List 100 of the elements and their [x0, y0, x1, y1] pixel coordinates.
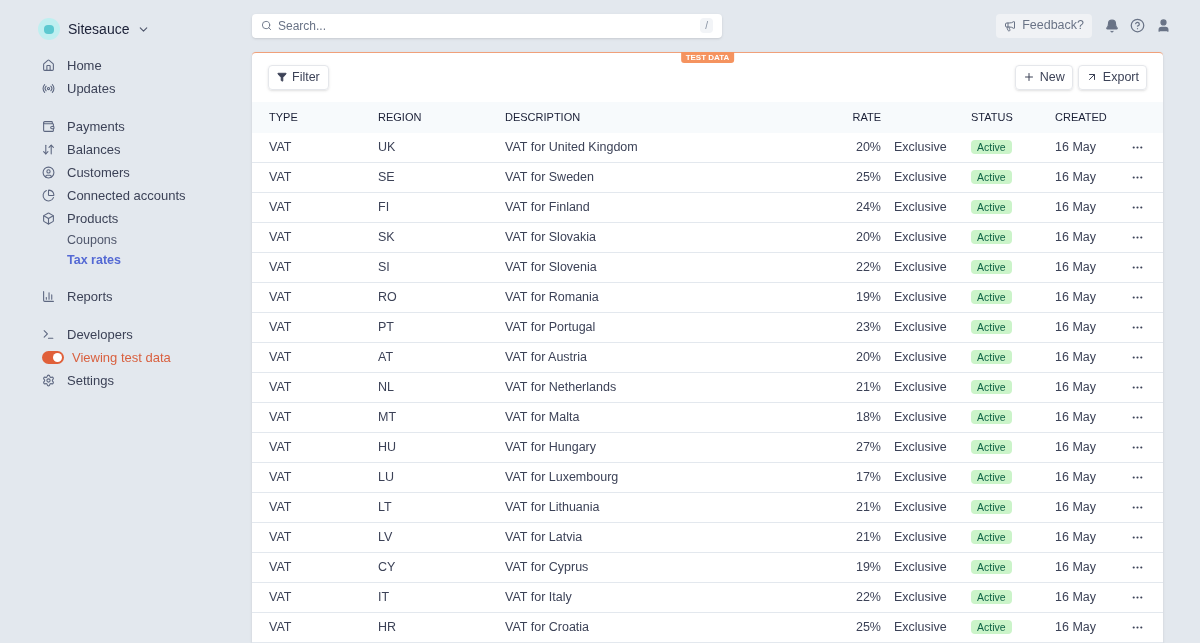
table-cell: Exclusive — [894, 560, 947, 575]
table-cell: VAT for Austria — [505, 350, 587, 365]
pie-chart-icon — [42, 189, 55, 202]
status-badge: Active — [971, 290, 1012, 305]
sidebar-item[interactable]: Developers — [67, 324, 133, 345]
export-button[interactable]: Export — [1077, 64, 1147, 90]
user-circle-icon — [42, 166, 55, 179]
status-badge: Active — [971, 320, 1012, 335]
table-cell: 16 May — [1055, 620, 1096, 635]
help-icon[interactable] — [1130, 18, 1145, 34]
settings-icon — [42, 374, 55, 387]
table-cell: Exclusive — [894, 139, 947, 154]
table-cell: 27% — [855, 440, 881, 455]
table-cell: 16 May — [1055, 320, 1096, 335]
feedback-button[interactable]: Feedback? — [996, 13, 1092, 38]
search-field[interactable]: Search... — [278, 16, 695, 35]
table-cell: VAT — [269, 350, 292, 365]
new-button[interactable]: New — [1014, 64, 1073, 90]
sidebar-item[interactable]: Customers — [67, 162, 130, 183]
table-cell: Exclusive — [894, 590, 947, 605]
table-cell: 20% — [855, 230, 881, 245]
table-cell: VAT — [269, 620, 292, 635]
table-cell: Exclusive — [894, 200, 947, 215]
column-header: REGION — [378, 101, 505, 133]
table-cell: RO — [378, 290, 397, 305]
table-cell: Exclusive — [894, 500, 947, 515]
bar-chart-icon — [42, 290, 55, 303]
table-cell: LT — [378, 500, 392, 515]
sidebar-item[interactable]: Coupons — [67, 230, 118, 250]
sidebar-item[interactable]: Settings — [67, 370, 114, 391]
table-cell: 16 May — [1055, 260, 1096, 275]
status-badge: Active — [971, 350, 1012, 365]
table-cell: 16 May — [1055, 350, 1096, 365]
table-cell: 16 May — [1055, 139, 1096, 154]
table-cell: 16 May — [1055, 380, 1096, 395]
table-cell: VAT for Hungary — [505, 440, 596, 455]
table-cell: 16 May — [1055, 410, 1096, 425]
table-cell: Exclusive — [894, 290, 947, 305]
status-badge: Active — [971, 500, 1012, 515]
table-cell: VAT for Italy — [505, 590, 572, 605]
filter-button[interactable]: Filter — [268, 64, 329, 90]
account-icon[interactable] — [1156, 18, 1171, 34]
status-badge: Active — [971, 620, 1012, 635]
column-header: CREATED — [1055, 101, 1121, 133]
sidebar-item[interactable]: Payments — [67, 116, 125, 137]
brand-name[interactable]: Sitesauce — [68, 18, 130, 40]
table-cell: VAT for Cyprus — [505, 560, 589, 575]
table-cell: 19% — [855, 560, 881, 575]
table-cell: 24% — [855, 200, 881, 215]
table-cell: Exclusive — [894, 320, 947, 335]
table-cell: 20% — [855, 139, 881, 154]
status-badge: Active — [971, 440, 1012, 455]
table-cell: VAT — [269, 200, 292, 215]
table-cell: 16 May — [1055, 290, 1096, 305]
table-cell: SK — [378, 230, 395, 245]
table-cell: 25% — [855, 170, 881, 185]
table-cell: VAT — [269, 530, 292, 545]
table-cell: MT — [378, 410, 397, 425]
table-cell: VAT — [269, 410, 292, 425]
sidebar-item[interactable]: Updates — [67, 78, 116, 99]
table-cell: 16 May — [1055, 590, 1096, 605]
sidebar-item[interactable]: Balances — [67, 139, 121, 160]
table-cell: VAT — [269, 380, 292, 395]
table-cell: 16 May — [1055, 200, 1096, 215]
status-badge: Active — [971, 230, 1012, 245]
table-cell: VAT for Croatia — [505, 620, 590, 635]
table-cell: VAT — [269, 500, 292, 515]
table-cell: VAT — [269, 440, 292, 455]
table-cell: VAT — [269, 320, 292, 335]
table-cell: VAT for Romania — [505, 290, 599, 305]
table-cell: 21% — [855, 530, 881, 545]
table-cell: FI — [378, 200, 390, 215]
table-cell: VAT for Lithuania — [505, 500, 600, 515]
sidebar-item[interactable]: Home — [67, 55, 102, 76]
table-cell: 16 May — [1055, 560, 1096, 575]
terminal-icon — [42, 328, 55, 341]
toggle-switch[interactable] — [42, 351, 64, 364]
table-cell: CY — [378, 560, 396, 575]
sidebar-item[interactable]: Reports — [67, 286, 113, 307]
table-cell: 22% — [855, 590, 881, 605]
table-cell: VAT for Latvia — [505, 530, 583, 545]
table-cell: VAT for United Kingdom — [505, 139, 638, 154]
notification-bell-icon[interactable] — [1105, 18, 1119, 33]
table-cell: VAT for Sweden — [505, 170, 594, 185]
table-cell: VAT — [269, 470, 292, 485]
status-badge: Active — [971, 590, 1012, 605]
table-cell: VAT — [269, 560, 292, 575]
sidebar-item[interactable]: Products — [67, 208, 119, 229]
antenna-icon — [42, 82, 55, 95]
column-header: DESCRIPTION — [505, 101, 805, 133]
sidebar-item[interactable]: Connected accounts — [67, 185, 186, 206]
status-badge: Active — [971, 260, 1012, 275]
table-cell: Exclusive — [894, 350, 947, 365]
table-cell: LU — [378, 470, 394, 485]
table-cell: 23% — [855, 320, 881, 335]
sidebar-item[interactable]: Tax rates — [67, 250, 121, 270]
status-badge: Active — [971, 470, 1012, 485]
table-cell: Exclusive — [894, 530, 947, 545]
table-cell: 16 May — [1055, 170, 1096, 185]
table-cell: VAT — [269, 590, 292, 605]
